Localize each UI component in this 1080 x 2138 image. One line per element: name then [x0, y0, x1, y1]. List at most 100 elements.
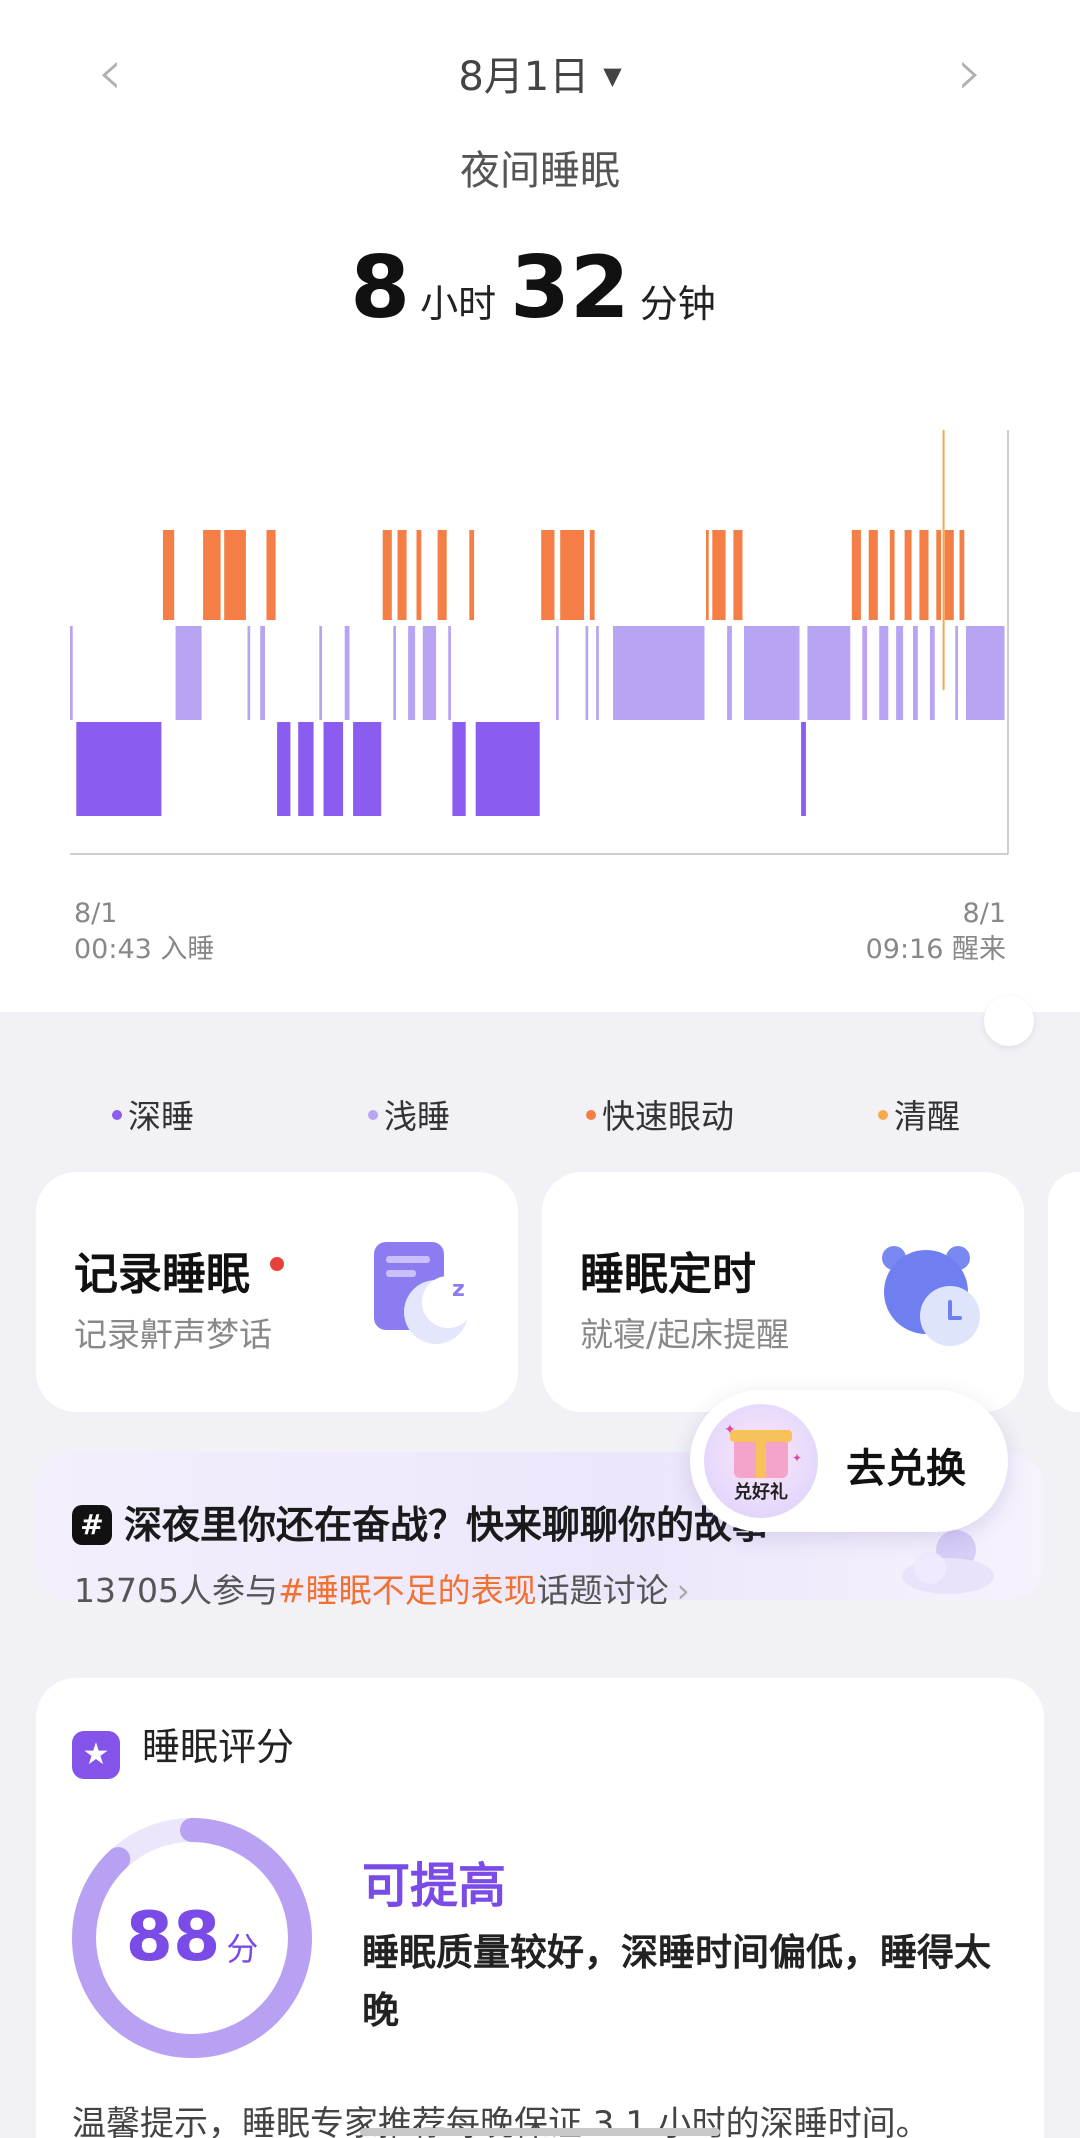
sleep-record-icon: z: [374, 1242, 474, 1344]
sleep-segment-26: [541, 530, 555, 620]
sleep-segment-28: [560, 530, 585, 620]
record-sleep-card[interactable]: 记录睡眠 记录鼾声梦话 z: [36, 1172, 518, 1412]
sleep-segment-46: [904, 530, 912, 620]
score-header-text: 睡眠评分: [142, 1725, 295, 1769]
sleep-segment-1: [76, 722, 162, 816]
score-level: 可提高: [362, 1858, 507, 1914]
score-description: 睡眠质量较好，深睡时间偏低，睡得太晚: [362, 1931, 991, 2032]
sleep-segment-35: [727, 626, 732, 720]
sleep-duration: 8 小时 32 分钟: [0, 238, 1080, 338]
gift-badge-text: 兑好礼: [734, 1482, 788, 1503]
score-header: ★ 睡眠评分: [72, 1716, 294, 1779]
end-time: 09:16 醒来: [865, 934, 1006, 965]
date-label: 8月1日: [458, 54, 590, 100]
sleep-timer-title: 睡眠定时: [580, 1249, 756, 1300]
topic-title: # 深夜里你还在奋战？快来聊聊你的故事: [72, 1494, 770, 1549]
sleep-segment-54: [959, 530, 965, 620]
sleep-segment-17: [397, 530, 407, 620]
sleep-stage-chart[interactable]: [70, 430, 1010, 860]
sleep-segment-43: [879, 626, 889, 720]
stage-legend: 深睡 浅睡 快速眼动 清醒: [0, 1090, 1080, 1140]
sleep-segment-30: [589, 530, 595, 620]
topic-participants: 13705人参与: [74, 1571, 278, 1610]
sleep-segment-25: [475, 722, 540, 816]
legend-awake: 清醒: [878, 1090, 960, 1138]
sleep-segment-22: [448, 626, 451, 720]
sleep-score-card[interactable]: ★ 睡眠评分 88 分 可提高 睡眠质量较好，深睡时间偏低，睡得太晚 温馨提示，睡眠…: [36, 1678, 1044, 2138]
sleep-segment-40: [851, 530, 861, 620]
sleep-segment-45: [896, 626, 904, 720]
sleep-segment-37: [744, 626, 800, 720]
duration-minutes-unit: 分钟: [639, 282, 716, 326]
record-sleep-subtitle: 记录鼾声梦话: [74, 1315, 272, 1354]
sleep-segment-11: [319, 626, 322, 720]
next-day-icon[interactable]: ›: [940, 38, 1000, 108]
chart-start-label: 8/1 00:43 入睡: [74, 896, 214, 968]
legend-label: 清醒: [894, 1097, 960, 1136]
sleep-segment-44: [889, 530, 895, 620]
sleep-segment-0: [70, 626, 73, 720]
redeem-gift-button[interactable]: ✦ ✦ 兑好礼 去兑换: [690, 1390, 1008, 1532]
duration-minutes: 32: [510, 238, 630, 338]
start-time: 00:43 入睡: [74, 934, 215, 965]
sleep-segment-12: [323, 722, 344, 816]
legend-dot: [112, 1110, 122, 1120]
duration-hours-unit: 小时: [420, 282, 497, 326]
sleep-segment-27: [556, 626, 559, 720]
sleep-segment-14: [353, 722, 382, 816]
sleep-segment-23: [452, 722, 466, 816]
sleep-segment-55: [965, 626, 1005, 720]
sleep-segment-51: [942, 430, 945, 690]
date-selector[interactable]: 8月1日 ▼: [0, 44, 1080, 102]
legend-label: 浅睡: [384, 1097, 450, 1136]
alarm-clock-icon: [882, 1246, 980, 1346]
chart-scrub-handle[interactable]: [984, 996, 1034, 1046]
new-badge-dot: [270, 1257, 284, 1271]
topic-tag-link[interactable]: #睡眠不足的表现: [278, 1571, 537, 1610]
record-sleep-title: 记录睡眠: [74, 1238, 284, 1302]
sleep-segment-15: [382, 530, 392, 620]
sleep-segment-52: [944, 530, 954, 620]
next-card-peek[interactable]: [1048, 1172, 1080, 1412]
sleep-segment-41: [862, 626, 868, 720]
sleep-segment-2: [163, 530, 175, 620]
sleep-segment-9: [277, 722, 291, 816]
sleep-overview-panel: ‹ 8月1日 ▼ › 夜间睡眠 8 小时 32 分钟 8/1 00:43 入睡 8/1 …: [0, 0, 1080, 1012]
gift-box-icon: ✦ ✦ 兑好礼: [704, 1404, 818, 1518]
sleep-segment-13: [344, 626, 350, 720]
sleep-segment-34: [712, 530, 726, 620]
score-number: 88: [125, 1898, 221, 1977]
sleep-segment-21: [437, 530, 447, 620]
sleep-segment-29: [585, 626, 589, 720]
legend-light: 浅睡: [368, 1090, 450, 1138]
sleep-timer-card[interactable]: 睡眠定时 就寝/起床提醒: [542, 1172, 1024, 1412]
sleep-segment-6: [247, 626, 251, 720]
sleep-segment-16: [393, 626, 396, 720]
sleep-segment-39: [807, 626, 851, 720]
sleep-segment-48: [919, 530, 929, 620]
sleep-segment-38: [801, 722, 806, 816]
sleep-segment-47: [913, 626, 918, 720]
svg-text:✦: ✦: [724, 1422, 736, 1438]
sleep-segment-50: [936, 530, 942, 620]
sleep-type-title: 夜间睡眠: [460, 148, 620, 194]
sleep-segment-10: [298, 722, 314, 816]
sleep-segment-31: [596, 626, 599, 720]
legend-label: 深睡: [128, 1097, 194, 1136]
legend-deep: 深睡: [112, 1090, 194, 1138]
topic-suffix: 话题讨论: [536, 1571, 669, 1610]
sleep-segment-8: [266, 530, 276, 620]
svg-text:z: z: [452, 1277, 465, 1302]
sleep-segment-18: [408, 626, 416, 720]
legend-dot: [368, 1110, 378, 1120]
chart-end-label: 8/1 09:16 醒来: [866, 896, 1006, 968]
home-indicator[interactable]: [360, 2128, 720, 2136]
svg-text:✦: ✦: [792, 1451, 802, 1465]
sleep-segment-49: [929, 626, 935, 720]
sleep-segment-32: [613, 626, 705, 720]
chevron-right-icon: ›: [676, 1571, 690, 1610]
duration-hours: 8: [350, 238, 411, 338]
sleep-segment-19: [416, 530, 422, 620]
score-unit: 分: [226, 1930, 259, 1968]
sleep-segment-5: [224, 530, 246, 620]
